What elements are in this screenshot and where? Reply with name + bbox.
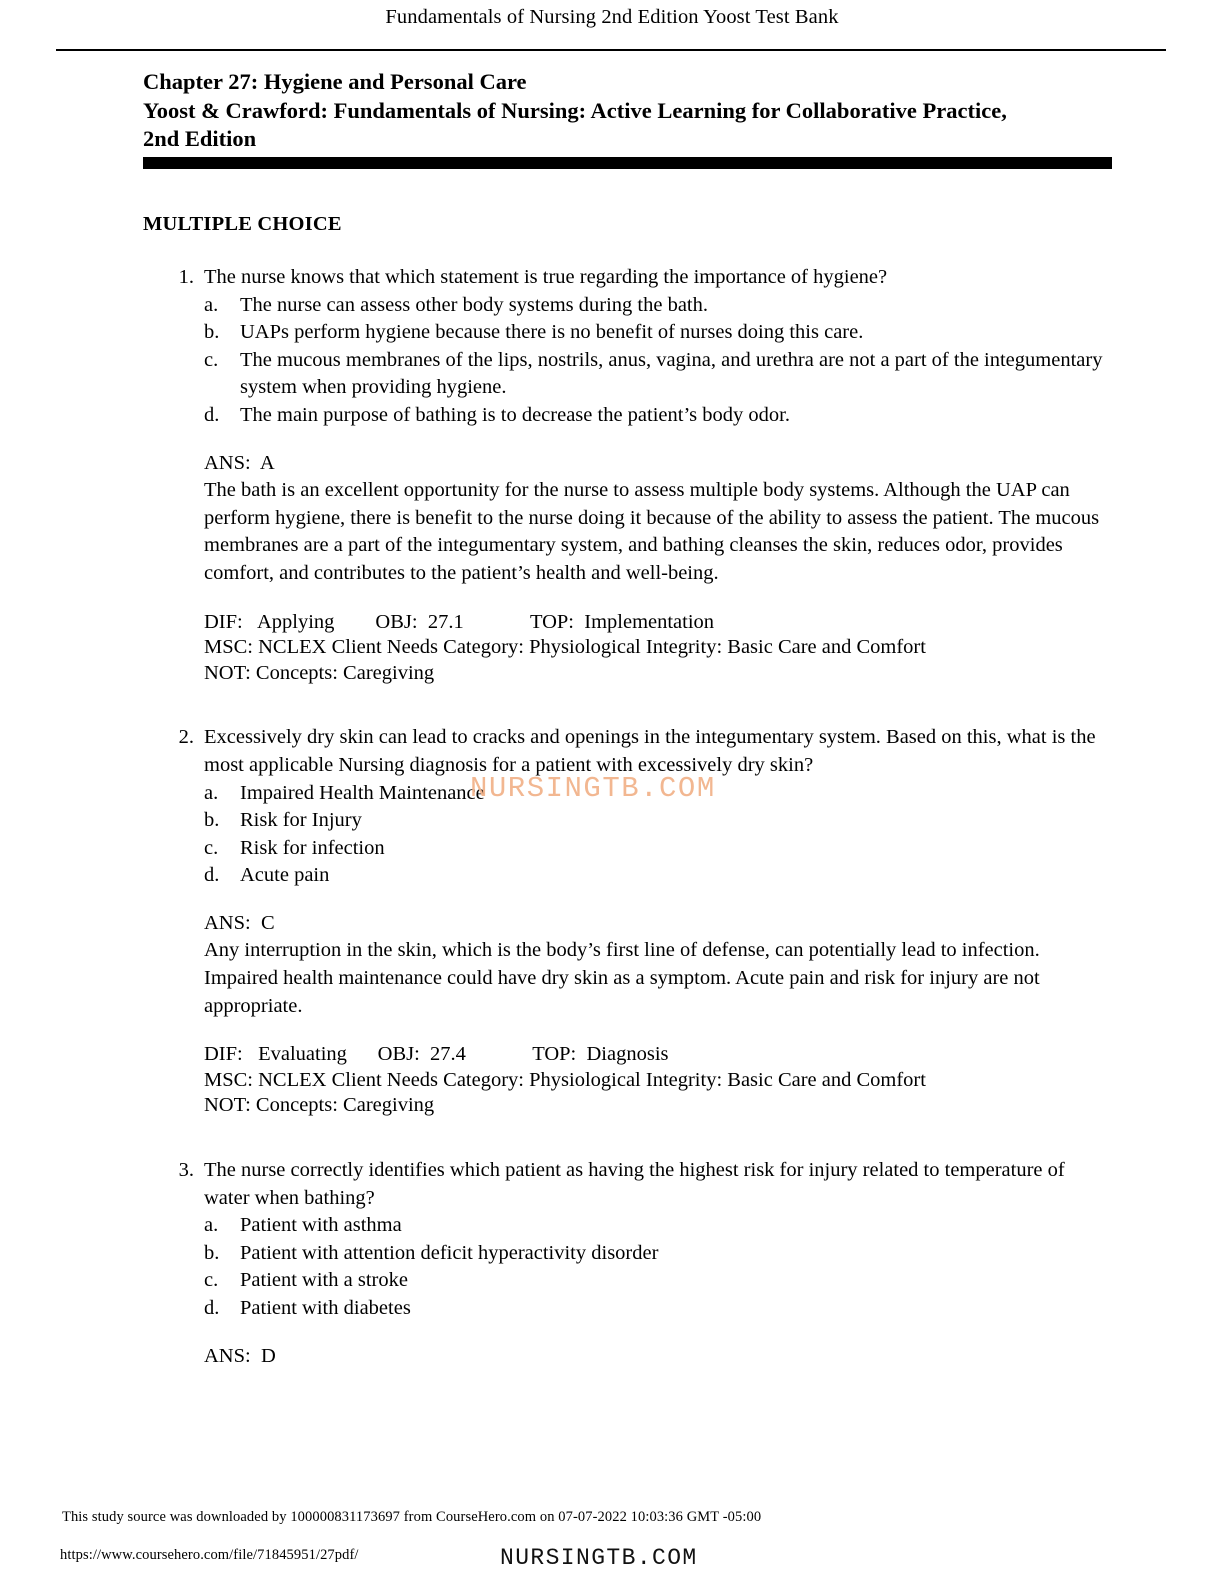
- option-letter: c.: [204, 836, 219, 859]
- metadata-msc: MSC: NCLEX Client Needs Category: Physio…: [204, 1068, 926, 1091]
- option-row[interactable]: d. Acute pain: [0, 862, 1224, 890]
- option-letter: d.: [204, 403, 220, 426]
- questions-container: 1. The nurse knows that which statement …: [0, 264, 1224, 1370]
- question-number: 1.: [178, 266, 194, 288]
- answer-block: ANS: A The bath is an excellent opportun…: [0, 450, 1224, 588]
- question-item: 3. The nurse correctly identifies which …: [0, 1157, 1224, 1370]
- question-stem: The nurse correctly identifies which pat…: [204, 1159, 1065, 1209]
- question-stem-row: 2. Excessively dry skin can lead to crac…: [0, 724, 1224, 779]
- option-text: Patient with attention deficit hyperacti…: [240, 1241, 659, 1264]
- option-text: The nurse can assess other body systems …: [240, 293, 708, 316]
- question-spacer: [0, 1119, 1224, 1157]
- footer-download-note: This study source was downloaded by 1000…: [62, 1509, 762, 1525]
- chapter-title-line-1: Chapter 27: Hygiene and Personal Care: [143, 69, 527, 94]
- answer-block: ANS: C Any interruption in the skin, whi…: [0, 910, 1224, 1020]
- option-letter: c.: [204, 1269, 219, 1292]
- option-letter: c.: [204, 348, 219, 371]
- option-row[interactable]: c. The mucous membranes of the lips, nos…: [0, 347, 1224, 402]
- options-list: a. The nurse can assess other body syste…: [0, 292, 1224, 430]
- option-letter: b.: [204, 809, 220, 832]
- option-row[interactable]: a. Impaired Health Maintenance: [0, 780, 1224, 808]
- metadata-not: NOT: Concepts: Caregiving: [204, 661, 435, 684]
- chapter-title-block: Chapter 27: Hygiene and Personal Care Yo…: [143, 68, 1048, 154]
- option-text: Risk for Injury: [240, 809, 362, 832]
- option-row[interactable]: b. Patient with attention deficit hypera…: [0, 1240, 1224, 1268]
- question-number: 2.: [178, 726, 194, 749]
- metadata-not: NOT: Concepts: Caregiving: [204, 1094, 435, 1117]
- option-letter: a.: [204, 781, 219, 804]
- question-stem: The nurse knows that which statement is …: [204, 266, 888, 288]
- option-text: UAPs perform hygiene because there is no…: [240, 321, 864, 344]
- question-stem-row: 1. The nurse knows that which statement …: [0, 264, 1224, 292]
- watermark-nursingtb-bottom: NURSINGTB.COM: [500, 1545, 698, 1571]
- option-row[interactable]: d. Patient with diabetes: [0, 1295, 1224, 1323]
- metadata-dif-obj-top: DIF: Evaluating OBJ: 27.4 TOP: Diagnosis: [204, 1043, 669, 1066]
- question-metadata: DIF: Applying OBJ: 27.1 TOP: Implementat…: [0, 610, 1224, 687]
- option-row[interactable]: b. UAPs perform hygiene because there is…: [0, 319, 1224, 347]
- option-letter: a.: [204, 1214, 219, 1237]
- question-number: 3.: [178, 1159, 194, 1182]
- options-list: a. Impaired Health Maintenance b. Risk f…: [0, 780, 1224, 890]
- option-row[interactable]: a. The nurse can assess other body syste…: [0, 292, 1224, 320]
- option-letter: b.: [204, 321, 220, 344]
- answer-key: ANS: C: [204, 911, 275, 934]
- document-page: Fundamentals of Nursing 2nd Edition Yoos…: [0, 0, 1224, 1584]
- question-stem-row: 3. The nurse correctly identifies which …: [0, 1157, 1224, 1212]
- question-item: 1. The nurse knows that which statement …: [0, 264, 1224, 686]
- answer-rationale: Any interruption in the skin, which is t…: [204, 939, 1040, 1017]
- option-letter: b.: [204, 1241, 220, 1264]
- option-text: The mucous membranes of the lips, nostri…: [240, 348, 1103, 399]
- question-stem: Excessively dry skin can lead to cracks …: [204, 726, 1096, 776]
- answer-rationale: The bath is an excellent opportunity for…: [204, 479, 1100, 584]
- answer-key: ANS: A: [204, 451, 275, 474]
- question-item: 2. Excessively dry skin can lead to crac…: [0, 724, 1224, 1119]
- title-underline-bar: [143, 157, 1112, 169]
- metadata-msc: MSC: NCLEX Client Needs Category: Physio…: [204, 636, 926, 659]
- running-header: Fundamentals of Nursing 2nd Edition Yoos…: [385, 6, 839, 28]
- question-metadata: DIF: Evaluating OBJ: 27.4 TOP: Diagnosis…: [0, 1042, 1224, 1119]
- option-letter: a.: [204, 293, 219, 316]
- question-spacer: [0, 686, 1224, 724]
- option-text: Patient with diabetes: [240, 1297, 411, 1319]
- option-row[interactable]: a. Patient with asthma: [0, 1212, 1224, 1240]
- option-letter: d.: [204, 1297, 220, 1319]
- section-heading-multiple-choice: MULTIPLE CHOICE: [143, 213, 342, 235]
- option-text: Risk for infection: [240, 836, 385, 859]
- option-row[interactable]: c. Risk for infection: [0, 835, 1224, 863]
- option-text: The main purpose of bathing is to decrea…: [240, 403, 790, 426]
- options-list: a. Patient with asthma b. Patient with a…: [0, 1212, 1224, 1322]
- chapter-title-line-2: Yoost & Crawford: Fundamentals of Nursin…: [143, 97, 1007, 152]
- footer-source-url[interactable]: https://www.coursehero.com/file/71845951…: [60, 1547, 359, 1564]
- option-row[interactable]: b. Risk for Injury: [0, 807, 1224, 835]
- metadata-dif-obj-top: DIF: Applying OBJ: 27.1 TOP: Implementat…: [204, 610, 715, 633]
- option-row[interactable]: c. Patient with a stroke: [0, 1267, 1224, 1295]
- option-letter: d.: [204, 864, 220, 887]
- answer-block: ANS: D: [0, 1343, 1224, 1371]
- option-text: Patient with asthma: [240, 1214, 402, 1237]
- option-text: Acute pain: [240, 864, 330, 887]
- header-divider-rule: [56, 49, 1166, 51]
- answer-key: ANS: D: [204, 1344, 276, 1367]
- option-row[interactable]: d. The main purpose of bathing is to dec…: [0, 402, 1224, 430]
- option-text: Patient with a stroke: [240, 1269, 408, 1292]
- option-text: Impaired Health Maintenance: [240, 781, 485, 804]
